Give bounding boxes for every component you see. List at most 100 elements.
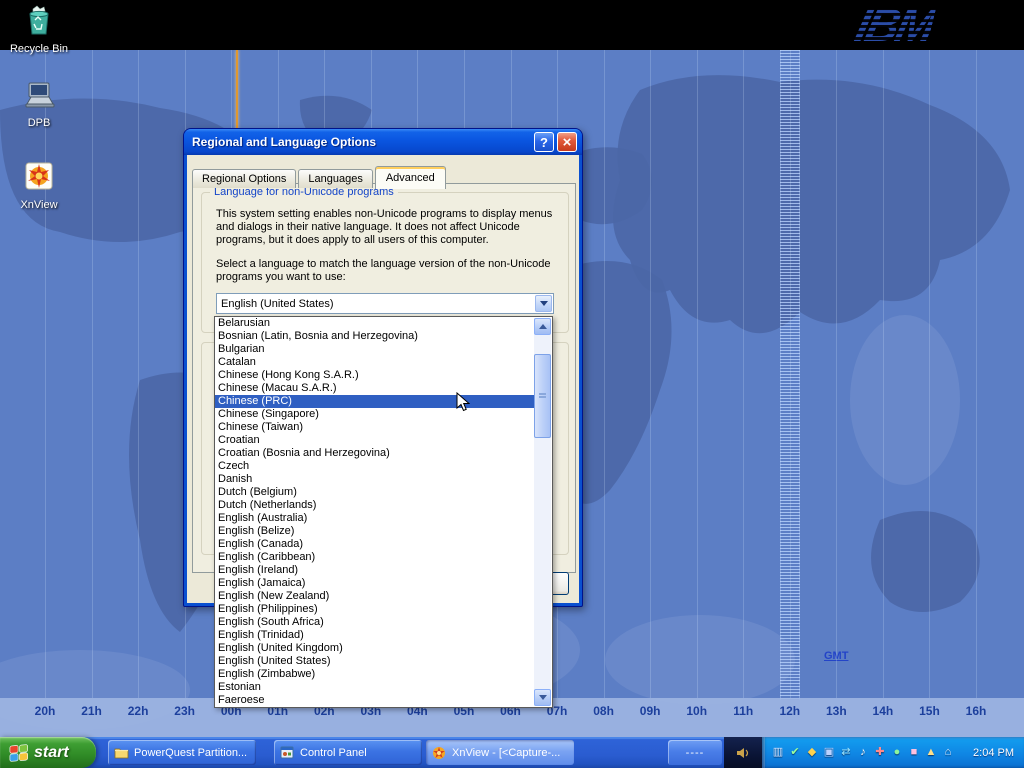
hour-label: 20h xyxy=(35,704,56,718)
hour-label: 15h xyxy=(919,704,940,718)
instruction-text: Select a language to match the language … xyxy=(216,258,554,284)
tab-label: Regional Options xyxy=(202,173,286,185)
update-shield-icon[interactable]: ◆ xyxy=(804,737,820,768)
hour-label: 22h xyxy=(128,704,149,718)
ibm-logo: IBM xyxy=(850,0,939,52)
chevron-down-icon xyxy=(540,301,548,306)
language-option[interactable]: Chinese (Hong Kong S.A.R.) xyxy=(215,369,534,382)
desktop-icon-xnview[interactable]: XnView xyxy=(4,160,74,211)
close-icon: × xyxy=(563,135,572,150)
language-option[interactable]: English (Canada) xyxy=(215,538,534,551)
language-option[interactable]: English (United Kingdom) xyxy=(215,642,534,655)
mini-button-label: ---- xyxy=(686,747,705,759)
language-option[interactable]: Danish xyxy=(215,473,534,486)
wallpaper-top-black-bar: IBM xyxy=(0,0,1024,50)
language-option[interactable]: Chinese (PRC) xyxy=(215,395,534,408)
dialog-titlebar[interactable]: Regional and Language Options ? × xyxy=(184,129,582,155)
language-option[interactable]: English (Belize) xyxy=(215,525,534,538)
network-connection-icon[interactable]: ⇄ xyxy=(838,737,854,768)
taskbar-button-label: Control Panel xyxy=(300,747,367,759)
hour-label: 13h xyxy=(826,704,847,718)
timezone-gridline xyxy=(929,50,930,698)
language-option[interactable]: Dutch (Netherlands) xyxy=(215,499,534,512)
antivirus-icon[interactable]: ✚ xyxy=(872,737,888,768)
combobox-value: English (United States) xyxy=(217,298,534,310)
tab-regional-options[interactable]: Regional Options xyxy=(192,169,296,188)
description-text: This system setting enables non-Unicode … xyxy=(216,208,554,247)
tab-advanced[interactable]: Advanced xyxy=(375,166,446,189)
power-meter-icon[interactable]: ▥ xyxy=(770,737,786,768)
language-option[interactable]: Chinese (Singapore) xyxy=(215,408,534,421)
scroll-down-button[interactable] xyxy=(534,689,551,706)
timezone-gridline xyxy=(138,50,139,698)
language-combobox[interactable]: English (United States) xyxy=(216,293,554,314)
timezone-gridline xyxy=(976,50,977,698)
mouse-cursor xyxy=(456,392,470,412)
xnview-icon xyxy=(23,160,55,192)
language-option[interactable]: Belarusian xyxy=(215,317,534,330)
start-button-label: start xyxy=(34,744,69,762)
language-option[interactable]: English (Caribbean) xyxy=(215,551,534,564)
desktop-icon-dpb[interactable]: DPB xyxy=(4,80,74,129)
language-option[interactable]: Faeroese xyxy=(215,694,534,707)
home-network-icon[interactable]: ⌂ xyxy=(940,737,956,768)
graphics-tool-icon[interactable]: ■ xyxy=(906,737,922,768)
system-tray: ▥✔◆▣⇄♪✚●■▲⌂ 2:04 PM xyxy=(762,737,1024,768)
hour-label: 14h xyxy=(873,704,894,718)
windows-flag-icon xyxy=(9,743,29,762)
language-option[interactable]: English (Trinidad) xyxy=(215,629,534,642)
desktop-icon-recycle-bin[interactable]: Recycle Bin xyxy=(4,4,74,55)
language-option[interactable]: Croatian (Bosnia and Herzegovina) xyxy=(215,447,534,460)
language-option[interactable]: English (Zimbabwe) xyxy=(215,668,534,681)
language-option[interactable]: English (Jamaica) xyxy=(215,577,534,590)
task-button-area: PowerQuest Partition... Control Panel Xn… xyxy=(108,740,574,765)
language-option[interactable]: English (Ireland) xyxy=(215,564,534,577)
start-button[interactable]: start xyxy=(0,737,96,768)
timezone-gridline xyxy=(45,50,46,698)
combobox-dropdown-button[interactable] xyxy=(535,295,552,312)
language-option[interactable]: English (United States) xyxy=(215,655,534,668)
language-option[interactable]: Bulgarian xyxy=(215,343,534,356)
language-dropdown-list: BelarusianBosnian (Latin, Bosnia and Her… xyxy=(214,316,553,708)
taskbar-button-icon xyxy=(432,746,447,760)
timezone-gridline xyxy=(790,50,791,698)
volume-icon[interactable]: ♪ xyxy=(855,737,871,768)
scroll-up-button[interactable] xyxy=(534,318,551,335)
language-option[interactable]: English (Philippines) xyxy=(215,603,534,616)
dropdown-scrollbar[interactable] xyxy=(534,318,551,706)
desktop-icon-label: XnView xyxy=(4,199,74,211)
help-icon: ? xyxy=(540,136,548,149)
language-option[interactable]: Catalan xyxy=(215,356,534,369)
taskbar-button-powerquest-partition[interactable]: PowerQuest Partition... xyxy=(108,740,256,765)
taskbar-dark-segment[interactable] xyxy=(724,737,762,768)
language-option[interactable]: Chinese (Macau S.A.R.) xyxy=(215,382,534,395)
display-settings-icon[interactable]: ▣ xyxy=(821,737,837,768)
hour-label: 09h xyxy=(640,704,661,718)
security-check-icon[interactable]: ✔ xyxy=(787,737,803,768)
language-option[interactable]: Estonian xyxy=(215,681,534,694)
hour-label: 16h xyxy=(966,704,987,718)
language-option[interactable]: Croatian xyxy=(215,434,534,447)
dialog-title: Regional and Language Options xyxy=(192,135,531,149)
hour-label: 12h xyxy=(779,704,800,718)
language-option[interactable]: Dutch (Belgium) xyxy=(215,486,534,499)
close-button[interactable]: × xyxy=(557,132,577,152)
timezone-gridline xyxy=(883,50,884,698)
language-option[interactable]: English (New Zealand) xyxy=(215,590,534,603)
language-option[interactable]: English (Australia) xyxy=(215,512,534,525)
language-option[interactable]: Bosnian (Latin, Bosnia and Herzegovina) xyxy=(215,330,534,343)
language-option[interactable]: English (South Africa) xyxy=(215,616,534,629)
scrollbar-thumb[interactable] xyxy=(534,354,551,438)
taskbar-button-label: PowerQuest Partition... xyxy=(134,747,247,759)
scheduler-icon[interactable]: ▲ xyxy=(923,737,939,768)
language-option[interactable]: Czech xyxy=(215,460,534,473)
help-button[interactable]: ? xyxy=(534,132,554,152)
language-option[interactable]: Chinese (Taiwan) xyxy=(215,421,534,434)
taskbar-mini-button[interactable]: ---- xyxy=(668,740,722,765)
taskbar-button-xnview-capture[interactable]: XnView - [<Capture-... xyxy=(426,740,574,765)
taskbar-button-control-panel[interactable]: Control Panel xyxy=(274,740,422,765)
taskbar-button-label: XnView - [<Capture-... xyxy=(452,747,560,759)
messenger-icon[interactable]: ● xyxy=(889,737,905,768)
taskbar-clock[interactable]: 2:04 PM xyxy=(973,747,1024,759)
tab-languages[interactable]: Languages xyxy=(298,169,372,188)
